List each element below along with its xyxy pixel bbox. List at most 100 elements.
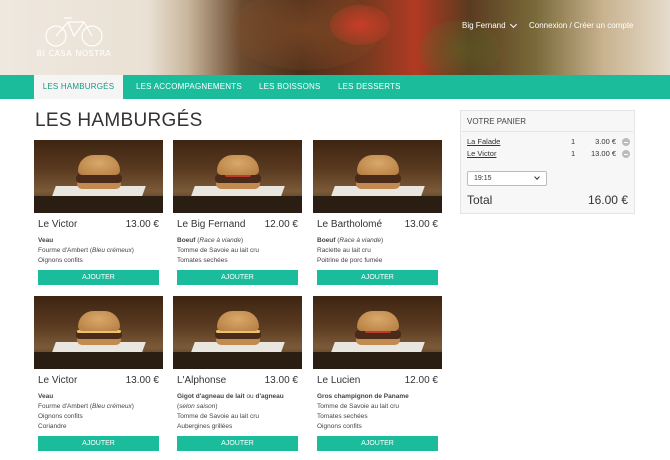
product-description: Boeuf (Race à viande) Tomme de Savoie au … — [177, 236, 301, 266]
tray — [313, 196, 442, 213]
bun-bottom — [356, 182, 400, 189]
description-line: Veau — [38, 237, 54, 244]
product-price: 13.00 € — [125, 375, 159, 386]
bun-top — [357, 311, 399, 331]
cart-item-price: 13.00 € — [590, 149, 616, 158]
category-nav: LES HAMBURGÉS LES ACCOMPAGNEMENTS LES BO… — [0, 75, 670, 99]
tab-hamburges[interactable]: LES HAMBURGÉS — [34, 75, 123, 99]
bun-bottom — [356, 338, 400, 345]
tray — [313, 352, 442, 369]
cart-item-name[interactable]: La Falade — [467, 137, 500, 146]
description-line: Tomme de Savoie au lait cru — [177, 247, 260, 254]
pickup-time-select[interactable]: 19:15 — [467, 171, 547, 186]
tab-accompagnements[interactable]: LES ACCOMPAGNEMENTS — [136, 75, 242, 99]
cart-panel: VOTRE PANIER La Falade 1 3.00 € Le Victo… — [460, 110, 635, 214]
description-line: Boeuf (Race à viande) — [177, 237, 244, 244]
bun-bottom — [77, 338, 121, 345]
description-line: Tomates sechées — [317, 413, 368, 420]
cart-item-qty: 1 — [571, 137, 576, 146]
divider — [462, 131, 633, 132]
product-name: Le Victor — [38, 219, 78, 230]
product-card: L'Alphonse 13.00 € Gigot d'agneau de lait … — [173, 296, 302, 451]
description-line: Veau — [38, 393, 54, 400]
bun-top — [217, 311, 259, 331]
description-line: Oignons confits — [317, 423, 362, 430]
product-image[interactable] — [34, 296, 163, 369]
product-name: Le Lucien — [317, 375, 361, 386]
remove-icon[interactable] — [622, 150, 630, 158]
add-button[interactable]: AJOUTER — [177, 270, 298, 285]
hero-banner: BI CASA NOSTRA Big Fernand Connexion / C… — [0, 0, 670, 75]
total-label: Total — [467, 193, 493, 207]
chevron-down-icon — [534, 174, 540, 180]
cart-item: La Falade 1 3.00 € — [467, 137, 631, 149]
patty — [76, 174, 122, 183]
product-price: 12.00 € — [264, 219, 298, 230]
description-line: Aubergines grillées — [177, 423, 233, 430]
description-line: Oignons confits — [38, 257, 83, 264]
description-line: Coriandre — [38, 423, 67, 430]
tray — [34, 352, 163, 369]
tab-boissons[interactable]: LES BOISSONS — [259, 75, 321, 99]
description-line: (selon saison) — [177, 403, 218, 410]
product-description: Boeuf (Race à viande) Raclette au lait cr… — [317, 236, 441, 266]
add-button[interactable]: AJOUTER — [177, 436, 298, 451]
user-menu[interactable]: Big Fernand — [462, 20, 517, 30]
product-image[interactable] — [173, 296, 302, 369]
bun-bottom — [216, 182, 260, 189]
add-button[interactable]: AJOUTER — [317, 270, 438, 285]
product-price: 13.00 € — [404, 219, 438, 230]
add-button[interactable]: AJOUTER — [38, 436, 159, 451]
cart-item-name[interactable]: Le Victor — [467, 149, 496, 158]
product-card: Le Victor 13.00 € Veau Fourme d'Ambert (Ble… — [34, 140, 163, 295]
description-line: Tomates sechées — [177, 257, 228, 264]
tab-desserts[interactable]: LES DESSERTS — [338, 75, 401, 99]
logo-text: BI CASA NOSTRA — [36, 49, 112, 58]
product-price: 12.00 € — [404, 375, 438, 386]
product-image[interactable] — [313, 140, 442, 213]
product-description: Gros champignon de Paname Tomme de Savoie… — [317, 392, 441, 432]
product-image[interactable] — [34, 140, 163, 213]
tray — [173, 196, 302, 213]
description-line: Gigot d'agneau de lait ou d'agneau — [177, 393, 284, 400]
bun-top — [78, 311, 120, 331]
description-line: Raclette au lait cru — [317, 247, 371, 254]
product-name: Le Bartholomé — [317, 219, 383, 230]
description-line: Boeuf (Race à viande) — [317, 237, 384, 244]
total-value: 16.00 € — [587, 193, 628, 207]
bun-top — [217, 155, 259, 175]
product-card: Le Victor 13.00 € Veau Fourme d'Ambert (Ble… — [34, 296, 163, 451]
description-line: Fourme d'Ambert (Bleu crémeux) — [38, 247, 134, 254]
description-line: Fourme d'Ambert (Bleu crémeux) — [38, 403, 134, 410]
food-photo-tomato — [330, 5, 390, 45]
tray — [173, 352, 302, 369]
description-line: Tomme de Savoie au lait cru — [177, 413, 260, 420]
description-line: Tomme de Savoie au lait cru — [317, 403, 400, 410]
product-image[interactable] — [173, 140, 302, 213]
product-name: Le Victor — [38, 375, 78, 386]
page-title: LES HAMBURGÉS — [35, 110, 203, 131]
product-name: L'Alphonse — [177, 375, 227, 386]
patty — [355, 174, 401, 183]
add-button[interactable]: AJOUTER — [317, 436, 438, 451]
logo[interactable]: BI CASA NOSTRA — [34, 12, 114, 62]
pickup-time-value: 19:15 — [474, 175, 492, 182]
description-line: Gros champignon de Paname — [317, 393, 409, 400]
cart-title: VOTRE PANIER — [467, 117, 526, 126]
bun-top — [78, 155, 120, 175]
cart-item: Le Victor 1 13.00 € — [467, 149, 631, 161]
user-name: Big Fernand — [462, 21, 506, 30]
cart-item-price: 3.00 € — [595, 137, 616, 146]
chevron-down-icon — [509, 20, 517, 28]
cart-item-qty: 1 — [571, 149, 576, 158]
product-price: 13.00 € — [264, 375, 298, 386]
bun-bottom — [77, 182, 121, 189]
remove-icon[interactable] — [622, 138, 630, 146]
login-link[interactable]: Connexion / Créer un compte — [529, 21, 634, 30]
product-description: Veau Fourme d'Ambert (Bleu crémeux) Oignon… — [38, 236, 162, 266]
bicycle-icon — [45, 17, 103, 47]
product-image[interactable] — [313, 296, 442, 369]
description-line: Poitrine de porc fumée — [317, 257, 383, 264]
add-button[interactable]: AJOUTER — [38, 270, 159, 285]
product-card: Le Bartholomé 13.00 € Boeuf (Race à viande… — [313, 140, 442, 295]
